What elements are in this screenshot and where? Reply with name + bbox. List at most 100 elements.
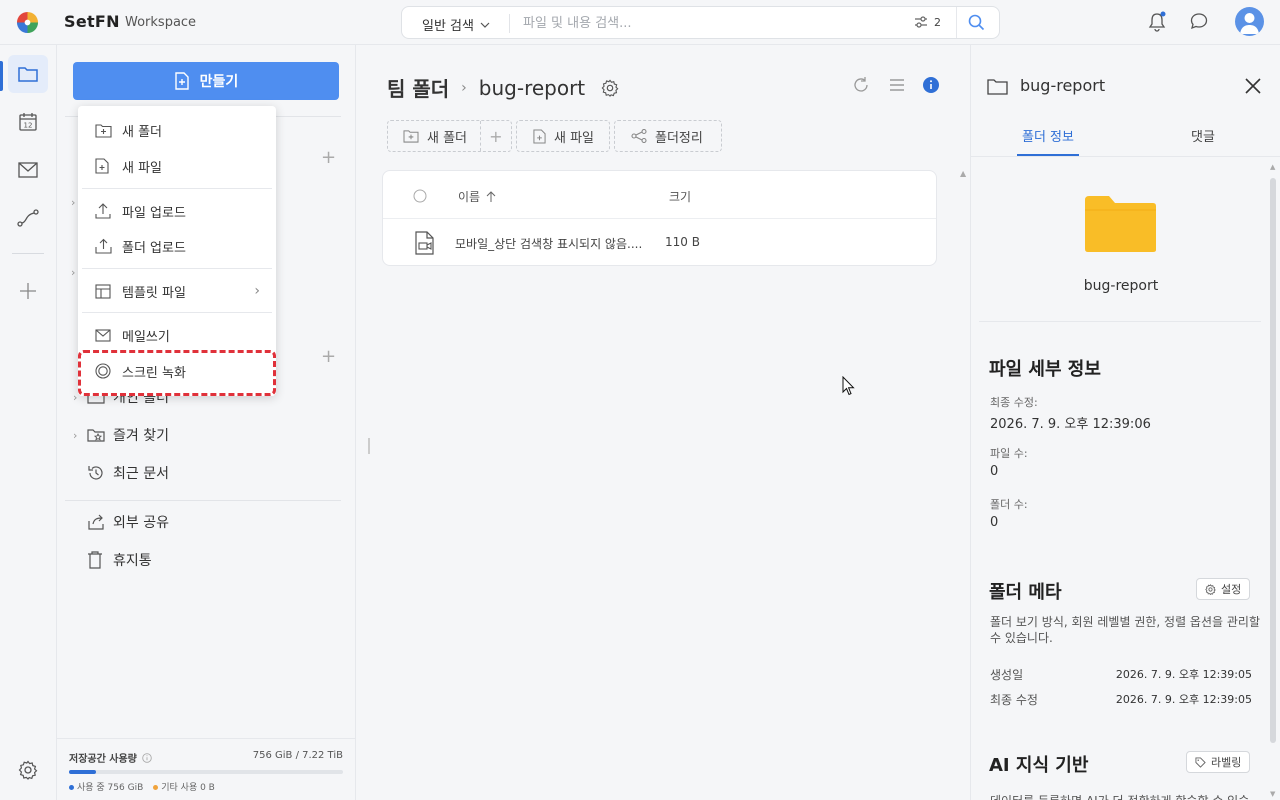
menu-item-label: 폴더 업로드 bbox=[122, 240, 186, 256]
file-table: 이름 크기 모바일_상단 검색창 표시되지 않음.... 110 B bbox=[382, 170, 937, 266]
close-icon[interactable] bbox=[1243, 76, 1263, 96]
menu-item-label: 파일 업로드 bbox=[122, 205, 186, 221]
rail-item-calendar[interactable]: 12 bbox=[8, 103, 48, 141]
main-content: 팀 폴더 › bug-report 새 폴더 + 새 파일 폴더정리 이름 크기… bbox=[357, 45, 969, 800]
menu-item-label: 새 폴더 bbox=[122, 124, 163, 140]
storage-progress-bar bbox=[69, 770, 343, 774]
folder-plus-icon bbox=[403, 130, 419, 143]
column-header-name[interactable]: 이름 bbox=[458, 188, 496, 205]
menu-item-new-file[interactable]: 새 파일 bbox=[78, 151, 276, 181]
created-label: 생성일 bbox=[990, 668, 1024, 682]
sliders-icon bbox=[915, 16, 927, 28]
search-filter-button[interactable]: 2 bbox=[914, 15, 941, 29]
info-circle-icon[interactable] bbox=[142, 752, 152, 763]
sidebar-item-trash[interactable]: 휴지통 bbox=[73, 548, 152, 572]
file-name[interactable]: 모바일_상단 검색창 표시되지 않음.... bbox=[455, 235, 642, 252]
top-bar: SetFN Workspace 일반 검색 2 bbox=[0, 0, 1280, 45]
panel-scroll-down[interactable]: ▼ bbox=[1270, 790, 1275, 798]
list-view-icon[interactable] bbox=[888, 76, 906, 94]
created-row: 생성일 2026. 7. 9. 오후 12:39:05 bbox=[990, 666, 1252, 683]
column-header-size[interactable]: 크기 bbox=[669, 188, 691, 205]
rail-item-mail[interactable] bbox=[8, 151, 48, 189]
rail-item-files[interactable] bbox=[8, 55, 48, 93]
search-mode-select[interactable]: 일반 검색 bbox=[422, 15, 490, 34]
folder-icon bbox=[987, 78, 1008, 95]
gear-icon bbox=[1205, 583, 1216, 595]
create-button[interactable]: 만들기 bbox=[73, 62, 339, 100]
details-panel-title: bug-report bbox=[987, 76, 1105, 95]
app-logo-icon[interactable] bbox=[16, 11, 39, 34]
file-plus-icon bbox=[533, 128, 546, 144]
storage-title-label: 저장공간 사용량 bbox=[69, 754, 137, 765]
menu-item-write-mail[interactable]: 메일쓰기 bbox=[78, 320, 276, 350]
menu-item-label: 새 파일 bbox=[122, 160, 163, 176]
left-rail: 12 bbox=[0, 45, 57, 800]
rail-settings-button[interactable] bbox=[8, 751, 48, 789]
breadcrumb-current: bug-report bbox=[478, 75, 586, 100]
scroll-up-arrow[interactable]: ▲ bbox=[960, 169, 966, 178]
new-folder-button[interactable]: 새 폴더 bbox=[388, 127, 480, 146]
sidebar-item-label: 휴지통 bbox=[113, 553, 152, 569]
add-personal-folder-button[interactable]: + bbox=[321, 346, 336, 367]
labeling-button[interactable]: 라벨링 bbox=[1186, 751, 1251, 773]
meta-settings-button[interactable]: 설정 bbox=[1196, 578, 1251, 600]
folder-upload-icon bbox=[95, 238, 112, 254]
tab-comments[interactable]: 댓글 bbox=[1173, 126, 1233, 145]
panel-scroll-up[interactable]: ▲ bbox=[1270, 163, 1275, 171]
menu-item-upload-file[interactable]: 파일 업로드 bbox=[78, 196, 276, 226]
menu-item-template-file[interactable]: 템플릿 파일 › bbox=[78, 276, 276, 306]
organize-folder-button[interactable]: 폴더정리 bbox=[614, 120, 722, 152]
rail-item-workflow[interactable] bbox=[8, 199, 48, 237]
organize-folder-label: 폴더정리 bbox=[655, 130, 703, 146]
menu-item-upload-folder[interactable]: 폴더 업로드 bbox=[78, 231, 276, 261]
new-file-label: 새 파일 bbox=[554, 130, 595, 146]
sidebar-item-external-share[interactable]: 외부 공유 bbox=[73, 510, 169, 534]
rail-add-button[interactable] bbox=[8, 272, 48, 310]
mouse-cursor-icon bbox=[842, 376, 855, 396]
search-bar: 일반 검색 2 bbox=[401, 6, 1000, 39]
breadcrumb: 팀 폴더 › bug-report bbox=[387, 73, 619, 102]
add-team-folder-button[interactable]: + bbox=[321, 147, 336, 168]
rail-divider bbox=[12, 253, 44, 254]
storage-other-label: 기타 사용 0 B bbox=[161, 783, 215, 793]
add-more-button[interactable]: + bbox=[481, 127, 511, 146]
details-panel-title-label: bug-report bbox=[1020, 76, 1106, 95]
nodes-icon bbox=[631, 129, 647, 143]
panel-divider bbox=[979, 321, 1261, 322]
user-avatar[interactable] bbox=[1235, 7, 1264, 36]
folder-plus-icon bbox=[95, 123, 112, 138]
upload-icon bbox=[95, 203, 111, 219]
panel-resize-handle[interactable] bbox=[368, 438, 370, 454]
tab-folder-info[interactable]: 폴더 정보 bbox=[1017, 126, 1079, 145]
modified2-label: 최종 수정 bbox=[990, 693, 1038, 707]
search-icon[interactable] bbox=[968, 14, 985, 31]
breadcrumb-root[interactable]: 팀 폴더 bbox=[387, 73, 449, 102]
plus-icon bbox=[20, 283, 36, 299]
storage-title: 저장공간 사용량 bbox=[69, 750, 152, 765]
search-input[interactable] bbox=[523, 11, 903, 35]
sidebar-item-label: 즐겨 찾기 bbox=[113, 428, 169, 444]
search-divider-2 bbox=[956, 7, 957, 38]
menu-item-new-folder[interactable]: 새 폴더 bbox=[78, 115, 276, 145]
notification-bell-icon[interactable] bbox=[1147, 11, 1167, 33]
panel-scrollbar[interactable] bbox=[1270, 178, 1276, 743]
folder-name: bug-report bbox=[1083, 278, 1159, 294]
storage-legend-other: 기타 사용 0 B bbox=[153, 780, 215, 793]
table-row[interactable]: 모바일_상단 검색창 표시되지 않음.... 110 B bbox=[383, 219, 936, 266]
sidebar-item-favorites[interactable]: › 즐겨 찾기 bbox=[73, 423, 169, 447]
created-value: 2026. 7. 9. 오후 12:39:05 bbox=[1115, 668, 1252, 681]
file-plus-icon bbox=[95, 158, 109, 174]
refresh-icon[interactable] bbox=[852, 76, 870, 94]
chevron-right-icon: › bbox=[254, 283, 260, 299]
select-all-checkbox[interactable] bbox=[413, 189, 427, 203]
sidebar-divider-2 bbox=[65, 500, 341, 501]
folder-count-value: 0 bbox=[990, 515, 999, 530]
brand-name: SetFN bbox=[64, 12, 120, 31]
chat-bubble-icon[interactable] bbox=[1189, 11, 1209, 31]
folder-settings-icon[interactable] bbox=[601, 78, 619, 97]
chevron-down-icon bbox=[480, 22, 490, 28]
sidebar-item-recent[interactable]: 최근 문서 bbox=[73, 461, 169, 485]
info-icon[interactable] bbox=[922, 76, 940, 94]
route-icon bbox=[17, 209, 39, 227]
new-file-button[interactable]: 새 파일 bbox=[516, 120, 610, 152]
